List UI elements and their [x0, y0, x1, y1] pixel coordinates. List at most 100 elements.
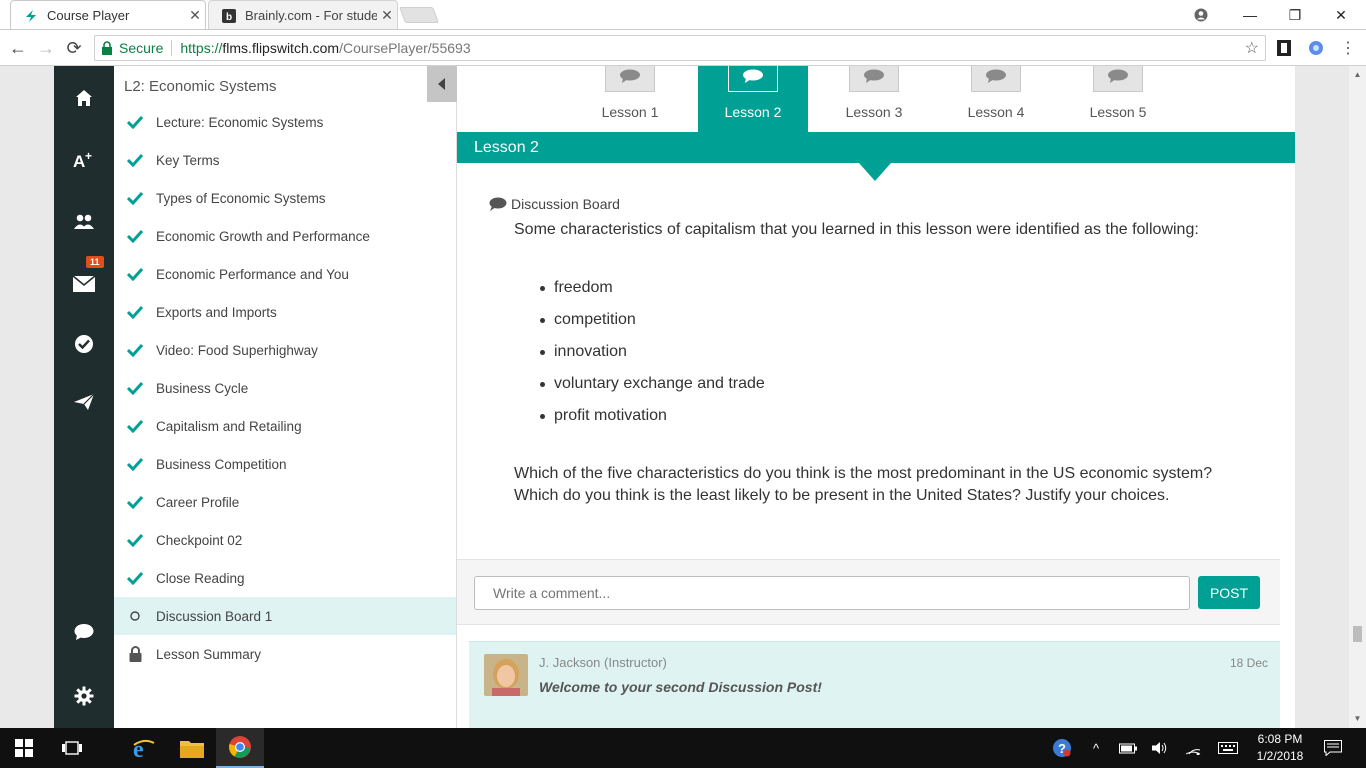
outline-item-label: Video: Food Superhighway	[156, 342, 318, 358]
file-explorer-icon[interactable]	[168, 728, 216, 768]
scroll-up-icon[interactable]: ▲	[1349, 68, 1366, 82]
messages-icon[interactable]: 11	[54, 256, 114, 304]
chevron-up-icon[interactable]: ^	[1086, 738, 1106, 758]
divider	[171, 40, 173, 56]
check-icon	[114, 457, 156, 471]
outline-item[interactable]: Economic Performance and You	[114, 255, 456, 293]
reload-icon[interactable]: ⟳	[62, 36, 86, 60]
check-icon	[114, 571, 156, 585]
chrome-icon[interactable]	[216, 728, 264, 768]
flipswitch-favicon-icon	[23, 8, 39, 24]
chat-bubble-icon[interactable]	[54, 612, 114, 652]
outline-item[interactable]: Business Competition	[114, 445, 456, 483]
battery-icon[interactable]	[1118, 738, 1138, 758]
post-button[interactable]: POST	[1198, 576, 1260, 609]
empty-circle-icon	[114, 611, 156, 621]
outline-item-label: Career Profile	[156, 494, 240, 510]
browser-tab-brainly[interactable]: b Brainly.com - For studen ✕	[208, 0, 398, 30]
list-item: voluntary exchange and trade	[514, 368, 765, 400]
check-icon	[114, 305, 156, 319]
outline-item[interactable]: Career Profile	[114, 483, 456, 521]
close-window-icon[interactable]: ✕	[1318, 0, 1364, 30]
checkmark-circle-icon[interactable]	[54, 324, 114, 364]
avatar	[484, 654, 528, 696]
outline-item[interactable]: Types of Economic Systems	[114, 179, 456, 217]
extension-icon[interactable]	[1274, 38, 1294, 58]
back-arrow-icon[interactable]: ←	[6, 36, 30, 60]
check-icon	[114, 115, 156, 129]
svg-text:A: A	[73, 152, 85, 170]
lesson-tab-active[interactable]: Lesson 2	[698, 66, 808, 132]
outline-item[interactable]: Business Cycle	[114, 369, 456, 407]
outline-item-label: Exports and Imports	[156, 304, 277, 320]
help-icon[interactable]: ?	[1052, 738, 1072, 758]
outline-item[interactable]: Checkpoint 02	[114, 521, 456, 559]
people-icon[interactable]	[54, 202, 114, 242]
outline-item[interactable]: Exports and Imports	[114, 293, 456, 331]
post-text: Welcome to your second Discussion Post!	[539, 679, 822, 695]
keyboard-icon[interactable]	[1218, 738, 1238, 758]
windows-start-icon[interactable]	[0, 728, 48, 768]
page-scrollbar[interactable]: ▲ ▼	[1349, 66, 1366, 728]
outline-item[interactable]: Economic Growth and Performance	[114, 217, 456, 255]
browser-tab-title: Course Player	[47, 8, 130, 23]
outline-item-label: Discussion Board 1	[156, 608, 273, 624]
internet-explorer-icon[interactable]: e	[120, 728, 168, 768]
comment-input[interactable]	[474, 576, 1190, 610]
volume-icon[interactable]	[1150, 738, 1170, 758]
new-tab-button[interactable]	[399, 7, 439, 23]
outline-item-label: Lesson Summary	[156, 646, 262, 662]
forward-arrow-icon[interactable]: →	[34, 36, 58, 60]
outline-item[interactable]: Key Terms	[114, 141, 456, 179]
check-icon	[114, 267, 156, 281]
menu-kebab-icon[interactable]: ⋮	[1338, 38, 1358, 58]
outline-item-label: Close Reading	[156, 570, 245, 586]
check-icon	[114, 153, 156, 167]
browser-tab-title: Brainly.com - For studen	[245, 8, 377, 23]
task-view-icon[interactable]	[48, 728, 96, 768]
home-icon[interactable]	[54, 78, 114, 118]
minimize-icon[interactable]: —	[1227, 0, 1273, 30]
close-tab-icon[interactable]: ✕	[377, 7, 397, 24]
clock-date: 1/2/2018	[1256, 749, 1304, 763]
lesson-tab[interactable]: Lesson 4	[941, 66, 1051, 132]
close-tab-icon[interactable]: ✕	[185, 7, 205, 24]
lesson-tab[interactable]: Lesson 3	[819, 66, 929, 132]
outline-item[interactable]: Close Reading	[114, 559, 456, 597]
lesson-tab[interactable]: Lesson 5	[1063, 66, 1173, 132]
messages-count-badge: 11	[86, 256, 104, 268]
address-bar[interactable]: Secure https:// flms.flipswitch.com /Cou…	[94, 35, 1266, 61]
outline-item-label: Checkpoint 02	[156, 532, 243, 548]
outline-item[interactable]: Lecture: Economic Systems	[114, 103, 456, 141]
outline-item[interactable]: Capitalism and Retailing	[114, 407, 456, 445]
outline-title: L2: Economic Systems	[124, 78, 277, 95]
lesson-tab-label: Lesson 5	[1089, 104, 1147, 120]
notifications-icon[interactable]	[1322, 738, 1344, 758]
collapse-panel-button[interactable]	[427, 66, 457, 102]
gear-icon[interactable]	[54, 676, 114, 716]
profile-icon[interactable]	[1178, 0, 1224, 30]
restore-icon[interactable]: ❐	[1272, 0, 1318, 30]
extension-globe-icon[interactable]	[1306, 38, 1326, 58]
outline-item-label: Business Competition	[156, 456, 287, 472]
lesson-tab[interactable]: Lesson 1	[575, 66, 685, 132]
scroll-thumb[interactable]	[1353, 626, 1362, 642]
grades-icon[interactable]: A +	[54, 140, 114, 180]
outline-item-current[interactable]: Discussion Board 1	[114, 597, 456, 635]
brainly-favicon-icon: b	[221, 8, 237, 24]
post-author: J. Jackson (Instructor)	[539, 655, 667, 670]
speech-bubble-icon	[489, 197, 507, 211]
check-icon	[114, 495, 156, 509]
outline-item[interactable]: Video: Food Superhighway	[114, 331, 456, 369]
outline-item-label: Capitalism and Retailing	[156, 418, 302, 434]
chat-bubble-icon	[605, 66, 655, 92]
lesson-tab-label: Lesson 2	[724, 104, 782, 120]
taskbar-clock[interactable]: 6:08 PM 1/2/2018	[1250, 731, 1310, 765]
outline-item-locked[interactable]: Lesson Summary	[114, 635, 456, 673]
bookmark-star-icon[interactable]: ☆	[1245, 38, 1259, 58]
wifi-icon[interactable]	[1183, 738, 1203, 758]
browser-tab-course-player[interactable]: Course Player ✕	[10, 0, 206, 30]
check-icon	[114, 533, 156, 547]
send-plane-icon[interactable]	[54, 382, 114, 422]
scroll-down-icon[interactable]: ▼	[1349, 712, 1366, 726]
